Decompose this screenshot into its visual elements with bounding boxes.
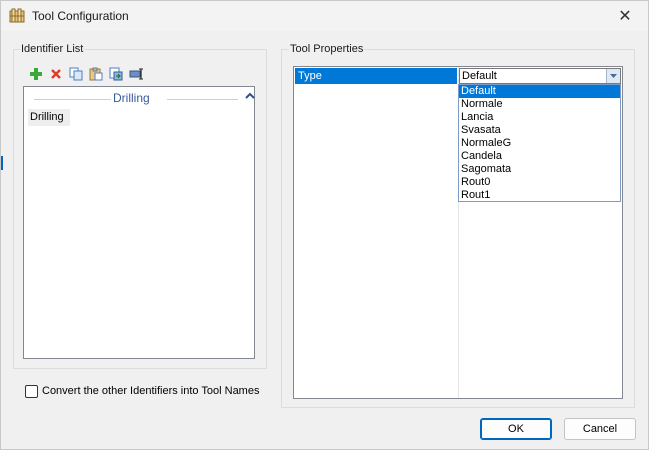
- rename-button[interactable]: [128, 66, 144, 82]
- group-header-line-left: [34, 99, 111, 100]
- paste-button[interactable]: [88, 66, 104, 82]
- chevron-up-icon[interactable]: [244, 90, 256, 104]
- dropdown-option[interactable]: NormaleG: [459, 137, 620, 150]
- title-bar: Tool Configuration ✕: [1, 1, 648, 31]
- app-icon: [9, 8, 25, 24]
- dropdown-option[interactable]: Rout0: [459, 176, 620, 189]
- group-header-label: Drilling: [113, 91, 150, 105]
- type-combobox-value: Default: [462, 70, 497, 82]
- add-button[interactable]: [28, 66, 44, 82]
- property-name-type[interactable]: Type: [295, 68, 457, 84]
- tool-properties-label: Tool Properties: [289, 43, 365, 55]
- identifier-list-label: Identifier List: [20, 43, 85, 55]
- background-window-edge: [1, 156, 3, 170]
- dropdown-option[interactable]: Normale: [459, 98, 620, 111]
- tool-configuration-dialog: Tool Configuration ✕ Identifier List Dri…: [0, 0, 649, 450]
- group-header-line-right: [167, 99, 238, 100]
- group-header-drilling[interactable]: Drilling: [34, 90, 256, 106]
- convert-identifiers-checkbox-row[interactable]: Convert the other Identifiers into Tool …: [25, 384, 259, 398]
- dropdown-button[interactable]: [606, 69, 620, 83]
- ok-button[interactable]: OK: [480, 418, 552, 440]
- dropdown-option[interactable]: Default: [459, 85, 620, 98]
- delete-button[interactable]: [48, 66, 64, 82]
- identifier-list[interactable]: Drilling Drilling: [23, 86, 255, 359]
- cancel-button[interactable]: Cancel: [564, 418, 636, 440]
- add-icon: [30, 68, 42, 80]
- dropdown-option[interactable]: Lancia: [459, 111, 620, 124]
- dropdown-option[interactable]: Svasata: [459, 124, 620, 137]
- delete-icon: [51, 69, 61, 79]
- copy-button[interactable]: [68, 66, 84, 82]
- paste-icon: [89, 67, 103, 81]
- close-button[interactable]: ✕: [602, 1, 648, 31]
- dropdown-option[interactable]: Sagomata: [459, 163, 620, 176]
- rename-icon: [129, 68, 143, 80]
- import-button[interactable]: [108, 66, 124, 82]
- convert-identifiers-checkbox[interactable]: [25, 384, 38, 398]
- type-combobox[interactable]: Default: [459, 68, 621, 84]
- dropdown-option[interactable]: Candela: [459, 150, 620, 163]
- import-icon: [109, 67, 123, 81]
- dropdown-option[interactable]: Rout1: [459, 189, 620, 202]
- convert-identifiers-label: Convert the other Identifiers into Tool …: [42, 385, 260, 397]
- copy-icon: [69, 67, 83, 81]
- list-item[interactable]: Drilling: [28, 109, 70, 126]
- chevron-down-icon: [610, 73, 617, 78]
- window-title: Tool Configuration: [32, 9, 129, 23]
- close-icon: ✕: [618, 8, 632, 25]
- identifier-toolbar: [28, 66, 144, 82]
- type-dropdown-list[interactable]: Default Normale Lancia Svasata NormaleG …: [458, 84, 621, 202]
